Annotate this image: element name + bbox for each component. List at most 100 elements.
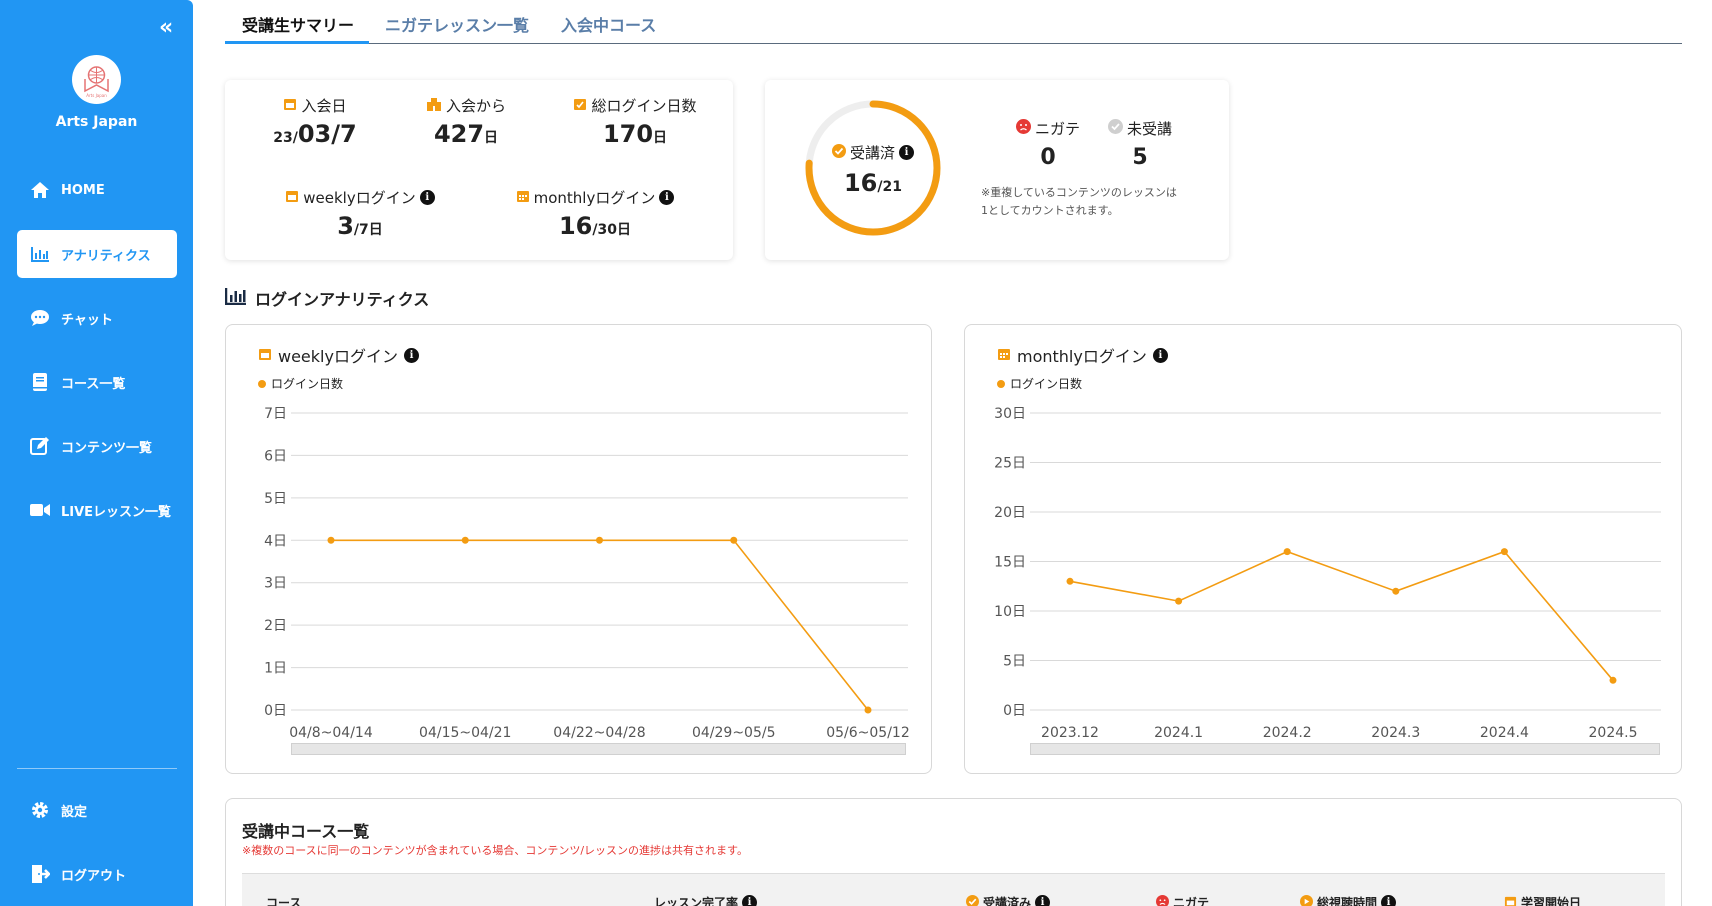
y-tick-label: 0日 <box>1003 703 1026 719</box>
gear-icon <box>29 799 51 821</box>
book-icon <box>29 371 51 393</box>
duplicate-note-line-1: ※重複しているコンテンツのレッスンは <box>981 186 1177 199</box>
sidebar-item-label: LIVEレッスン一覧 <box>61 504 172 520</box>
y-tick-label: 30日 <box>994 406 1026 422</box>
sidebar-item-live-lessons[interactable]: LIVEレッスン一覧 <box>17 486 177 534</box>
data-point <box>1283 548 1291 556</box>
monthly-login-stat: monthlyログイン i 16/30日 <box>510 187 680 240</box>
sidebar-item-label: コース一覧 <box>61 376 126 392</box>
total-login-label: 総ログイン日数 <box>591 97 697 115</box>
tab-weak-lessons[interactable]: ニガテレッスン一覧 <box>385 12 529 36</box>
courses-note: ※複数のコースに同一のコンテンツが含まれている場合、コンテンツ/レッスンの進捗は… <box>242 844 748 857</box>
duplicate-note-line-2: 1としてカウントされます。 <box>981 204 1119 217</box>
y-tick-label: 1日 <box>264 661 287 677</box>
info-icon[interactable]: i <box>899 145 914 160</box>
tab-bar: 受講生サマリー ニガテレッスン一覧 入会中コース <box>225 0 1682 44</box>
org-logo: Arts Japan <box>72 55 121 104</box>
y-tick-label: 15日 <box>994 555 1026 571</box>
calendar-icon <box>283 97 297 115</box>
column-start-date[interactable]: 学習開始日 <box>1504 894 1581 906</box>
y-tick-label: 6日 <box>264 448 287 464</box>
weekly-login-chart: weeklyログイン i ログイン日数 0日 1日 2日 3日 4日 5日 6日 7日 04/8… <box>225 324 932 774</box>
y-tick-label: 20日 <box>994 505 1026 521</box>
x-tick-label: 04/8~04/14 <box>289 725 373 741</box>
x-tick-label: 2024.5 <box>1589 725 1638 741</box>
video-camera-icon <box>29 499 51 521</box>
data-point <box>730 536 738 544</box>
column-label: コース <box>266 896 302 906</box>
logout-icon <box>29 863 51 885</box>
sidebar-item-settings[interactable]: 設定 <box>17 786 177 834</box>
tab-student-summary[interactable]: 受講生サマリー <box>242 12 354 36</box>
duplicate-note: ※重複しているコンテンツのレッスンは 1としてカウントされます。 <box>981 184 1177 220</box>
column-weak[interactable]: ニガテ <box>1156 894 1209 906</box>
x-tick-label: 2023.12 <box>1041 725 1099 741</box>
x-tick-label: 2024.3 <box>1371 725 1420 741</box>
sidebar-item-logout[interactable]: ログアウト <box>17 850 177 898</box>
bar-chart-icon <box>29 243 51 265</box>
y-tick-label: 2日 <box>264 618 287 634</box>
data-point <box>1392 587 1400 595</box>
column-label: 総視聴時間 <box>1317 896 1378 906</box>
sidebar: « Arts Japan Arts Japan HOME アナリティクス チャッ… <box>0 0 193 906</box>
calendar-icon <box>1504 895 1517 906</box>
x-tick-label: 04/22~04/28 <box>553 725 645 741</box>
sidebar-item-analytics[interactable]: アナリティクス <box>17 230 177 278</box>
info-icon[interactable]: i <box>419 190 435 205</box>
column-completion-rate[interactable]: レッスン完了率 i <box>654 894 758 906</box>
chart-scrollbar[interactable] <box>291 743 906 755</box>
calendar-icon <box>285 189 299 207</box>
x-tick-label: 04/15~04/21 <box>419 725 511 741</box>
since-join-label: 入会から <box>445 97 506 115</box>
info-icon[interactable]: i <box>742 895 758 906</box>
sidebar-divider <box>17 768 177 769</box>
weak-stat: ニガテ 0 <box>1003 118 1093 170</box>
join-date-label: 入会日 <box>301 97 347 115</box>
data-point <box>1175 597 1183 605</box>
info-icon[interactable]: i <box>1035 895 1051 906</box>
weak-label: ニガテ <box>1034 120 1080 138</box>
column-label: レッスン完了率 <box>654 896 739 906</box>
column-course[interactable]: コース <box>266 894 301 906</box>
weekly-login-unit: /7日 <box>353 222 383 238</box>
x-tick-label: 04/29~05/5 <box>692 725 776 741</box>
sidebar-item-courses[interactable]: コース一覧 <box>17 358 177 406</box>
weekly-login-label: weeklyログイン <box>303 189 416 207</box>
weak-value: 0 <box>1040 145 1056 170</box>
since-join-stat: 入会から 427日 <box>411 95 521 148</box>
org-name: Arts Japan <box>55 114 138 130</box>
sidebar-item-contents[interactable]: コンテンツ一覧 <box>17 422 177 470</box>
check-circle-icon <box>831 143 846 162</box>
double-chevron-left-icon[interactable]: « <box>159 16 173 40</box>
tab-enrolled-courses[interactable]: 入会中コース <box>561 12 656 36</box>
login-analytics-heading: ログインアナリティクス <box>224 286 429 310</box>
courses-title: 受講中コース一覧 <box>242 822 370 841</box>
courses-table-header: コース レッスン完了率 i 受講済み i ニガテ 総視聴時間 i 学習開始日 <box>242 873 1665 906</box>
chat-bubble-icon <box>29 307 51 329</box>
untaken-value: 5 <box>1132 145 1148 170</box>
sidebar-item-chat[interactable]: チャット <box>17 294 177 342</box>
summary-card: 入会日 23/03/7 入会から 427日 総ログイン日数 170日 weekl… <box>225 80 733 260</box>
info-icon[interactable]: i <box>659 190 675 205</box>
monthly-login-value: 16 <box>558 212 593 240</box>
column-completed[interactable]: 受講済み i <box>966 894 1051 906</box>
check-circle-grey-icon <box>1107 119 1123 138</box>
data-point <box>1609 676 1617 684</box>
sad-face-icon <box>1015 119 1031 138</box>
calendar-grid-icon <box>516 189 530 207</box>
data-point <box>1500 548 1508 556</box>
chart-scrollbar[interactable] <box>1030 743 1660 755</box>
progress-card: 受講済 i 16/21 ニガテ 0 未受講 5 ※重複しているコンテンツのレッス… <box>765 80 1229 260</box>
x-tick-label: 05/6~05/12 <box>826 725 910 741</box>
y-tick-label: 0日 <box>264 703 287 719</box>
info-icon[interactable]: i <box>1381 895 1397 906</box>
monthly-login-label: monthlyログイン <box>533 189 656 207</box>
y-tick-label: 4日 <box>264 533 287 549</box>
column-watch-time[interactable]: 総視聴時間 i <box>1300 894 1397 906</box>
since-join-unit: 日 <box>484 130 499 146</box>
x-tick-label: 2024.4 <box>1480 725 1529 741</box>
sidebar-item-home[interactable]: HOME <box>17 166 177 214</box>
completed-count: 16 <box>843 169 878 197</box>
untaken-label: 未受講 <box>1126 120 1172 138</box>
data-point <box>461 536 469 544</box>
